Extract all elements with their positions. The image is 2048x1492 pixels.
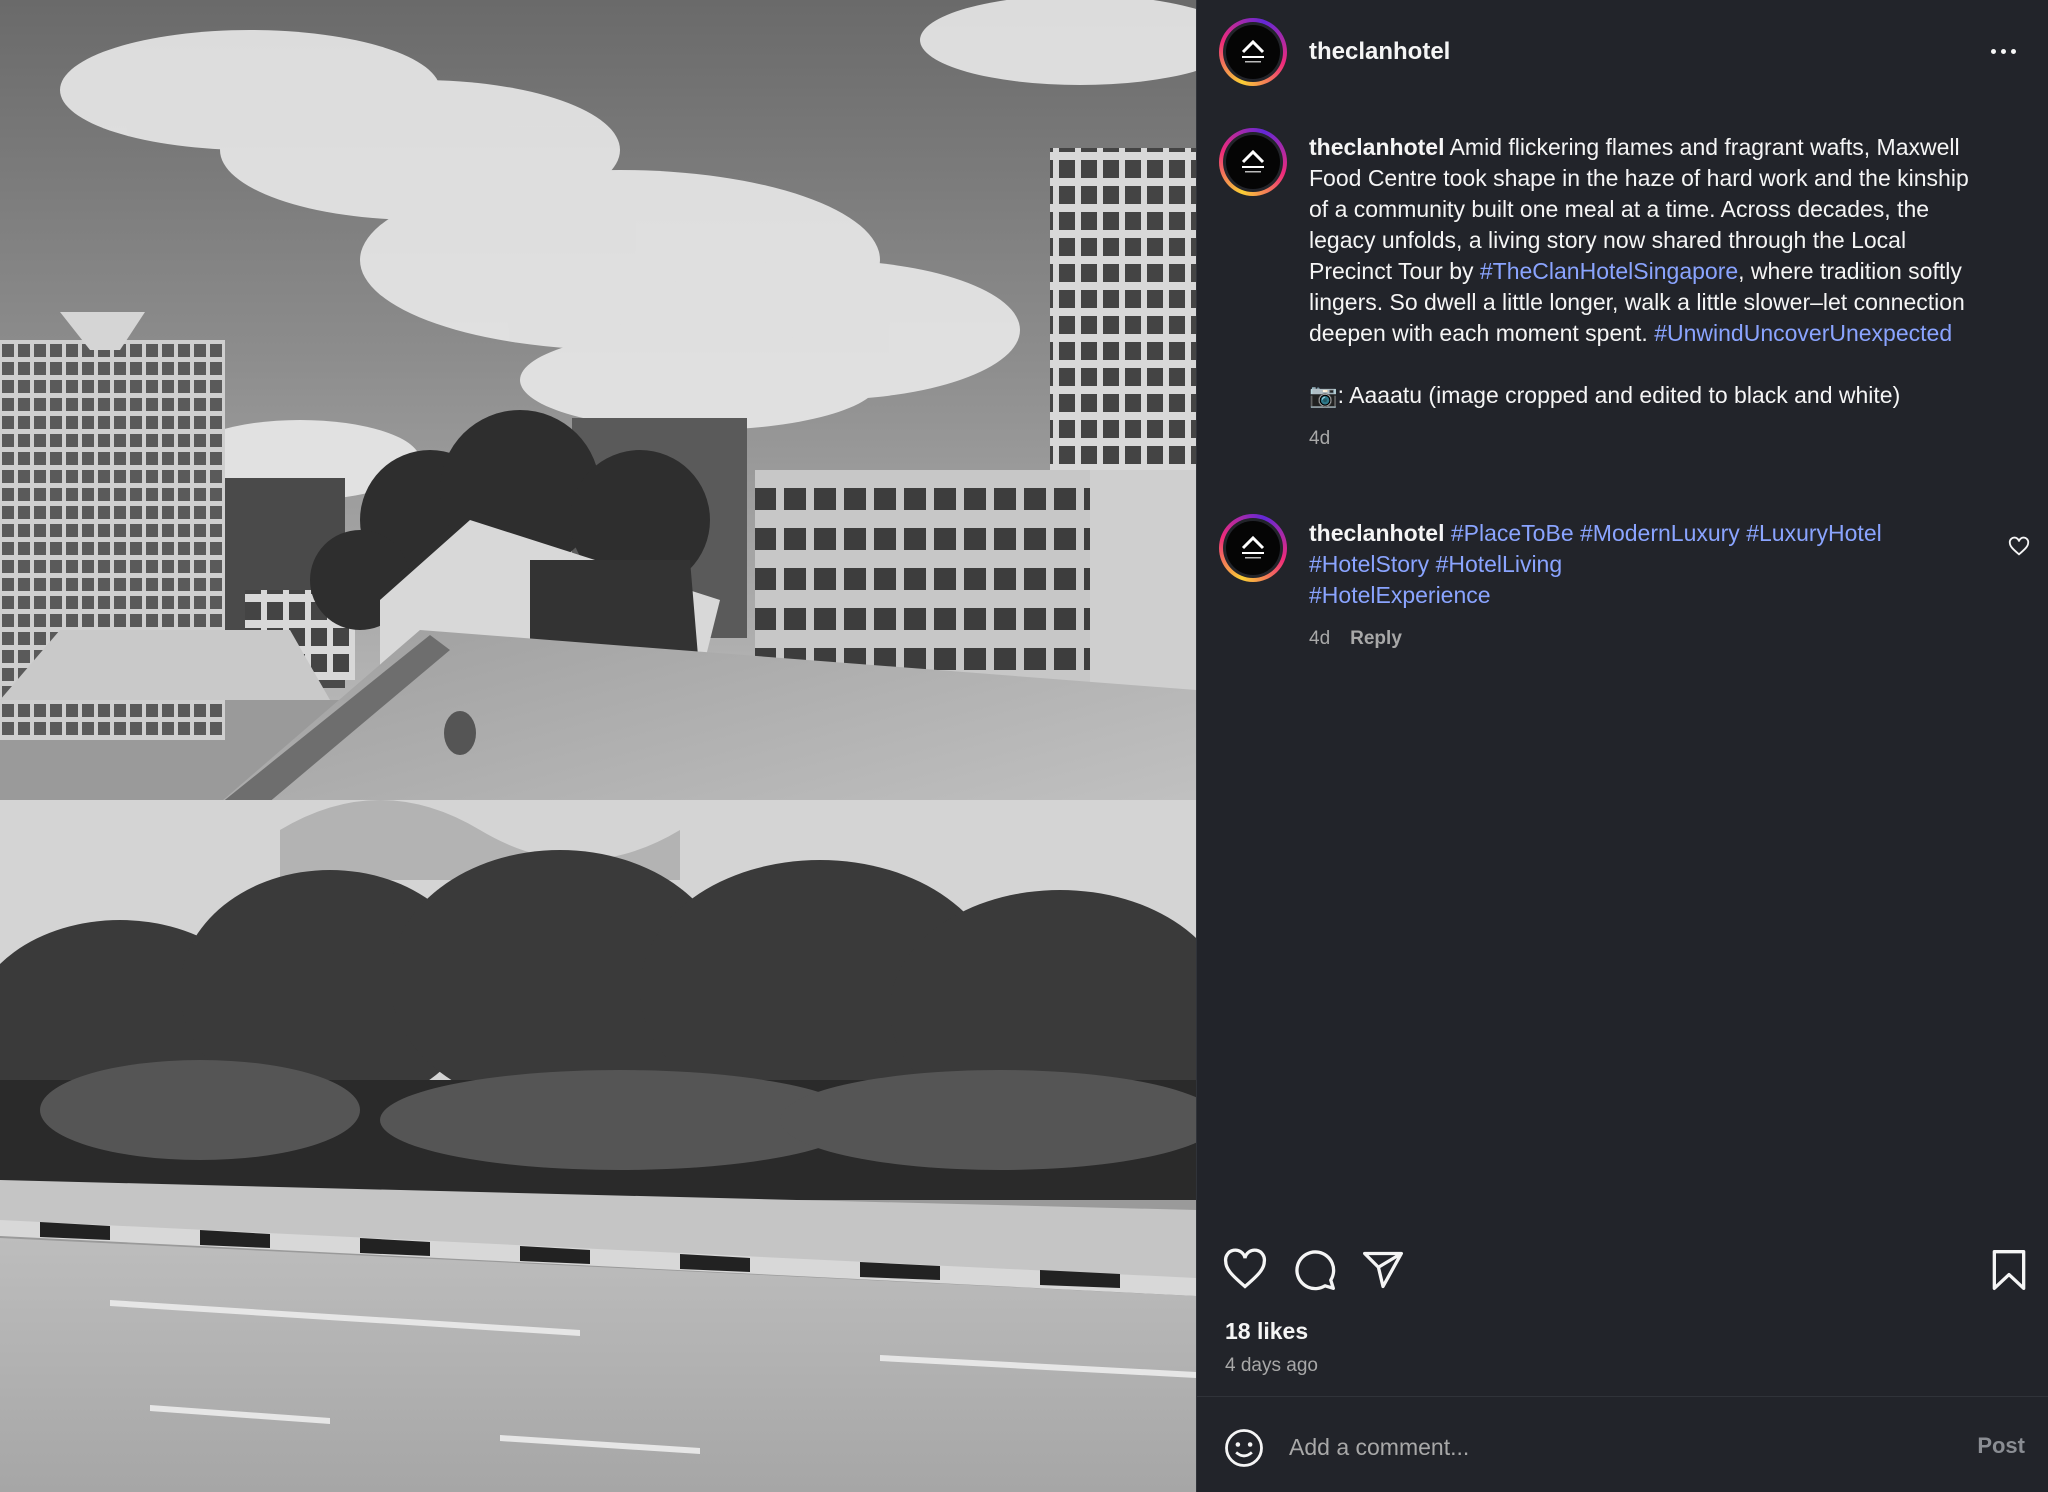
heart-icon[interactable] — [1223, 1248, 1267, 1292]
caption-text: theclanhotel Amid flickering flames and … — [1309, 132, 1989, 349]
reply-button[interactable]: Reply — [1350, 623, 1402, 654]
the-clan-logo-icon — [1241, 149, 1265, 173]
post-header: theclanhotel — [1197, 0, 2048, 104]
post-author-username[interactable]: theclanhotel — [1309, 38, 1450, 66]
comment-bubble-icon[interactable] — [1293, 1248, 1337, 1292]
comment-username[interactable]: theclanhotel — [1309, 520, 1444, 546]
post-age[interactable]: 4 days ago — [1225, 1355, 1318, 1377]
more-options-button[interactable] — [1983, 34, 2023, 68]
emoji-icon[interactable] — [1223, 1427, 1265, 1469]
hashtag-link[interactable]: #HotelStory — [1309, 551, 1429, 577]
avatar[interactable] — [1219, 18, 1287, 86]
post-photo-image — [0, 0, 1196, 1492]
post-side-panel: theclanhotel theclanhotel Amid flickerin… — [1196, 0, 2048, 1492]
hashtag-link[interactable]: #PlaceToBe — [1451, 520, 1574, 546]
comment-item: theclanhotel #PlaceToBe #ModernLuxury #L… — [1219, 514, 2029, 654]
post-caption: theclanhotel Amid flickering flames and … — [1219, 128, 2029, 454]
hashtag-link[interactable]: #UnwindUncoverUnexpected — [1654, 320, 1952, 346]
hashtag-link[interactable]: #LuxuryHotel — [1746, 520, 1882, 546]
post-comment-button[interactable]: Post — [1977, 1433, 2025, 1459]
likes-count[interactable]: 18 likes — [1225, 1318, 1308, 1345]
caption-username[interactable]: theclanhotel — [1309, 134, 1444, 160]
more-options-icon — [1990, 48, 1996, 54]
bookmark-icon[interactable] — [1987, 1248, 2031, 1292]
post-action-bar — [1197, 1234, 2048, 1304]
add-comment-bar: Post — [1197, 1397, 2048, 1492]
comment-input[interactable] — [1289, 1427, 1909, 1467]
comment-like-heart-icon[interactable] — [2008, 536, 2030, 558]
hashtag-link[interactable]: #TheClanHotelSingapore — [1480, 258, 1738, 284]
hashtag-link[interactable]: #ModernLuxury — [1580, 520, 1740, 546]
caption-timestamp[interactable]: 4d — [1309, 423, 1330, 454]
comment-avatar[interactable] — [1219, 514, 1287, 582]
caption-avatar[interactable] — [1219, 128, 1287, 196]
post-photo[interactable] — [0, 0, 1196, 1492]
the-clan-logo-icon — [1241, 535, 1265, 559]
hashtag-link[interactable]: #HotelLiving — [1436, 551, 1563, 577]
the-clan-logo-icon — [1241, 39, 1265, 63]
paper-plane-icon[interactable] — [1361, 1248, 1405, 1292]
photo-credit: 📷: Aaaatu (image cropped and edited to b… — [1309, 382, 1901, 408]
hashtag-link[interactable]: #HotelExperience — [1309, 582, 1491, 608]
comment-text: theclanhotel #PlaceToBe #ModernLuxury #L… — [1309, 518, 1949, 611]
comment-timestamp[interactable]: 4d — [1309, 623, 1330, 654]
